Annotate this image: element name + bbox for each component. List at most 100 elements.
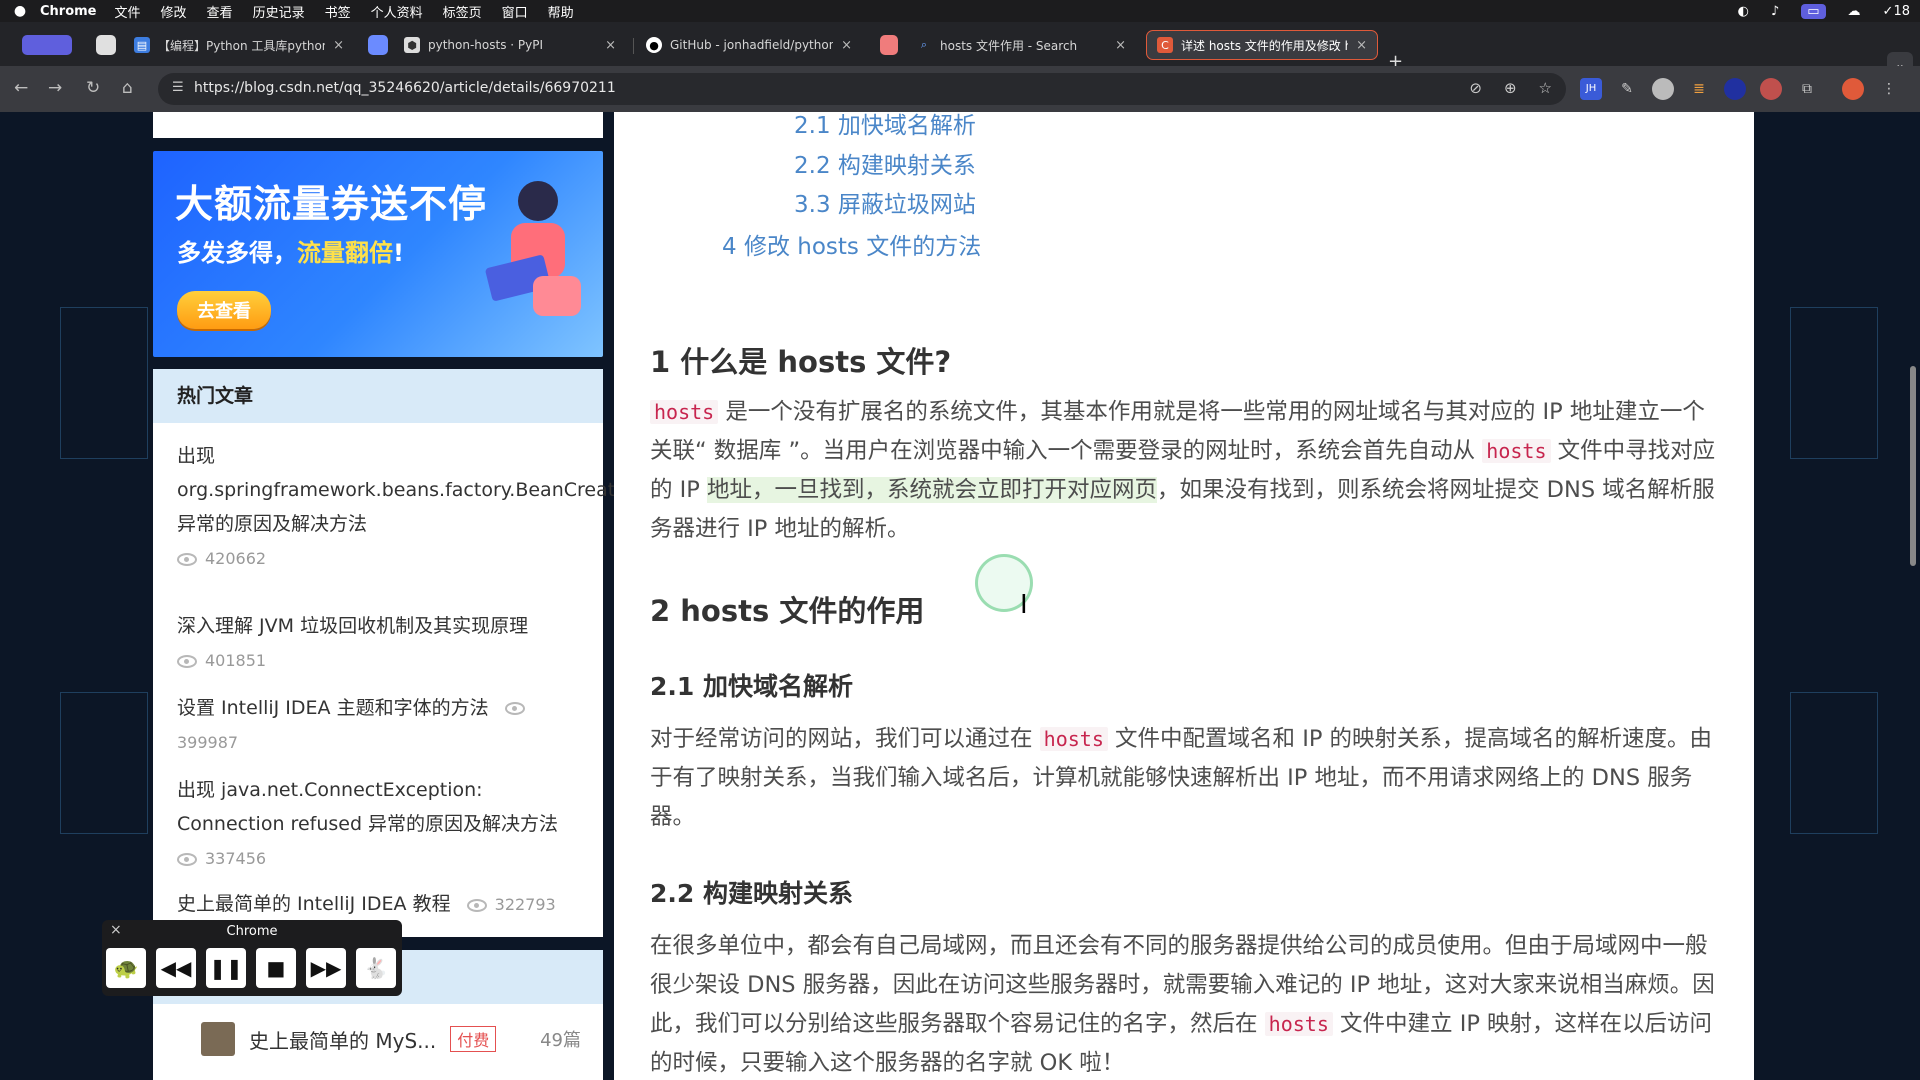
tab-title: hosts 文件作用 - Search bbox=[940, 38, 1078, 53]
promo-banner[interactable]: 大额流量券送不停 多发多得，流量翻倍! 去查看 bbox=[153, 151, 603, 357]
toc-link[interactable]: 2.1 加快域名解析 bbox=[794, 112, 976, 140]
extension-ladybug-icon[interactable] bbox=[1760, 78, 1782, 100]
extension-blue-icon[interactable] bbox=[1724, 78, 1746, 100]
extension-jh-icon[interactable]: JH bbox=[1580, 78, 1602, 100]
url-text[interactable]: https://blog.csdn.net/qq_35246620/articl… bbox=[194, 80, 616, 96]
focus-icon[interactable]: ◐ bbox=[1738, 4, 1749, 19]
hot-article-item[interactable]: 史上最简单的 IntelliJ IDEA 教程 322793 bbox=[177, 887, 587, 922]
menu-history[interactable]: 历史记录 bbox=[253, 2, 305, 21]
back-arrow-icon[interactable]: ← bbox=[14, 78, 28, 98]
hot-article-title[interactable]: 设置 IntelliJ IDEA 主题和字体的方法 bbox=[177, 697, 489, 719]
fast-forward-icon[interactable]: ▶▶ bbox=[306, 948, 346, 988]
close-icon[interactable]: × bbox=[1356, 38, 1367, 53]
column-item[interactable]: 史上最简单的 MyS... 付费 49篇 bbox=[201, 1022, 581, 1056]
stop-icon[interactable]: ■ bbox=[256, 948, 296, 988]
view-count: 420662 bbox=[177, 549, 266, 568]
pinned-tab-icon[interactable] bbox=[96, 35, 116, 55]
extension-grey-icon[interactable] bbox=[1652, 78, 1674, 100]
toc-link[interactable]: 4 修改 hosts 文件的方法 bbox=[722, 227, 981, 261]
github-favicon-icon: ● bbox=[646, 37, 662, 53]
menu-profiles[interactable]: 个人资料 bbox=[371, 2, 423, 21]
view-count-value: 420662 bbox=[205, 549, 267, 568]
apple-menu-icon[interactable]: ● bbox=[0, 3, 40, 19]
profile-avatar[interactable] bbox=[1842, 78, 1864, 100]
view-count: 337456 bbox=[177, 849, 266, 868]
inline-code: hosts bbox=[1482, 439, 1551, 463]
close-icon[interactable]: × bbox=[605, 38, 616, 53]
battery-status[interactable]: ✓18 bbox=[1883, 4, 1910, 19]
hot-article-title[interactable]: 出现 java.net.ConnectException: Connection… bbox=[177, 779, 558, 835]
eye-off-icon[interactable]: ⊘ bbox=[1469, 79, 1482, 97]
app-menu[interactable]: Chrome bbox=[40, 4, 97, 19]
menu-file[interactable]: 文件 bbox=[115, 2, 141, 21]
more-menu-icon[interactable]: ⋮ bbox=[1878, 78, 1900, 100]
microphone-icon[interactable]: ♪ bbox=[1771, 4, 1779, 19]
extension-list-icon[interactable]: ≣ bbox=[1688, 78, 1710, 100]
menu-help[interactable]: 帮助 bbox=[548, 2, 574, 21]
tab-csdn-active[interactable]: C 详述 hosts 文件的作用及修改 h × bbox=[1146, 30, 1378, 60]
speed-up-rabbit-icon[interactable]: 🐇 bbox=[356, 948, 396, 988]
column-title[interactable]: 史上最简单的 MyS... bbox=[249, 1025, 436, 1054]
hot-article-item[interactable]: 深入理解 JVM 垃圾回收机制及其实现原理 401851 bbox=[177, 609, 587, 678]
text-cursor-icon: I bbox=[1020, 590, 1028, 620]
site-info-icon[interactable]: ☰ bbox=[172, 80, 184, 95]
banner-subtitle-prefix: 多发多得， bbox=[177, 239, 297, 267]
edit-pen-icon[interactable]: ✎ bbox=[1616, 78, 1638, 100]
bookmark-star-icon[interactable]: ☆ bbox=[1539, 79, 1552, 97]
calendar-favicon-icon: ▤ bbox=[134, 37, 150, 53]
view-count-value: 337456 bbox=[205, 849, 267, 868]
tab-search[interactable]: ⌕ hosts 文件作用 - Search × bbox=[906, 30, 1136, 60]
address-bar[interactable]: ☰ https://blog.csdn.net/qq_35246620/arti… bbox=[158, 73, 1566, 105]
close-icon[interactable]: × bbox=[1115, 38, 1126, 53]
tab-separator bbox=[633, 38, 634, 54]
forward-arrow-icon[interactable]: → bbox=[48, 78, 62, 98]
zoom-icon[interactable]: ⊕ bbox=[1504, 79, 1517, 97]
inline-code: hosts bbox=[1264, 1012, 1333, 1036]
close-icon[interactable]: × bbox=[333, 38, 344, 53]
hot-article-item[interactable]: 设置 IntelliJ IDEA 主题和字体的方法 399987 bbox=[177, 691, 587, 760]
background-decor bbox=[60, 692, 148, 834]
extensions-puzzle-icon[interactable]: ⧉ bbox=[1796, 78, 1818, 100]
banner-subtitle: 多发多得，流量翻倍! bbox=[177, 233, 404, 268]
menu-view[interactable]: 查看 bbox=[207, 2, 233, 21]
media-controller: × Chrome 🐢 ◀◀ ❚❚ ■ ▶▶ 🐇 bbox=[102, 920, 402, 996]
background-decor bbox=[60, 307, 148, 459]
browser-toolbar: ← → ↻ ⌂ ☰ https://blog.csdn.net/qq_35246… bbox=[0, 66, 1920, 112]
toc-link[interactable]: 2.2 构建映射关系 bbox=[794, 146, 976, 180]
menu-edit[interactable]: 修改 bbox=[161, 2, 187, 21]
screen-mirror-icon[interactable]: ▭ bbox=[1801, 3, 1826, 19]
eye-icon bbox=[177, 853, 197, 866]
page-scrollbar[interactable] bbox=[1910, 366, 1916, 566]
rewind-icon[interactable]: ◀◀ bbox=[156, 948, 196, 988]
wechat-icon[interactable]: ☁ bbox=[1848, 4, 1861, 19]
tab-group-chip-red[interactable] bbox=[880, 35, 898, 55]
status-area: ◐ ♪ ▭ ☁ ✓18 bbox=[1738, 0, 1910, 22]
banner-cta-button[interactable]: 去查看 bbox=[177, 291, 271, 329]
section-paragraph: 在很多单位中，都会有自己局域网，而且还会有不同的服务器提供给公司的成员使用。但由… bbox=[650, 927, 1725, 1080]
hot-article-item[interactable]: 出现 java.net.ConnectException: Connection… bbox=[177, 773, 587, 876]
tab-python-tools[interactable]: ▤ 【编程】Python 工具库python- × bbox=[124, 30, 354, 60]
hot-article-title[interactable]: 深入理解 JVM 垃圾回收机制及其实现原理 bbox=[177, 615, 528, 637]
home-icon[interactable]: ⌂ bbox=[122, 78, 133, 98]
eye-icon bbox=[504, 702, 525, 715]
tab-group-chip[interactable] bbox=[22, 35, 72, 55]
section-heading: 1 什么是 hosts 文件? bbox=[650, 345, 952, 379]
close-icon[interactable]: × bbox=[841, 38, 852, 53]
reload-icon[interactable]: ↻ bbox=[86, 78, 100, 98]
background-decor bbox=[1790, 307, 1878, 459]
menu-window[interactable]: 窗口 bbox=[502, 2, 528, 21]
inline-code: hosts bbox=[1039, 727, 1108, 751]
toc-link[interactable]: 3.3 屏蔽垃圾网站 bbox=[794, 185, 976, 219]
media-title: Chrome bbox=[226, 924, 278, 939]
menu-bookmarks[interactable]: 书签 bbox=[325, 2, 351, 21]
hot-article-item[interactable]: 出现 org.springframework.beans.factory.Bea… bbox=[177, 439, 738, 576]
tab-pypi[interactable]: ⬢ python-hosts · PyPI × bbox=[394, 30, 626, 60]
pause-icon[interactable]: ❚❚ bbox=[206, 948, 246, 988]
menu-tabs[interactable]: 标签页 bbox=[443, 2, 482, 21]
inline-code: hosts bbox=[650, 400, 719, 424]
tab-group-chip-blue[interactable] bbox=[368, 35, 388, 55]
slow-down-turtle-icon[interactable]: 🐢 bbox=[106, 948, 146, 988]
tab-github[interactable]: ● GitHub - jonhadfield/python-h × bbox=[636, 30, 862, 60]
battery-value: 18 bbox=[1893, 3, 1910, 19]
hot-article-title[interactable]: 史上最简单的 IntelliJ IDEA 教程 bbox=[177, 893, 451, 915]
